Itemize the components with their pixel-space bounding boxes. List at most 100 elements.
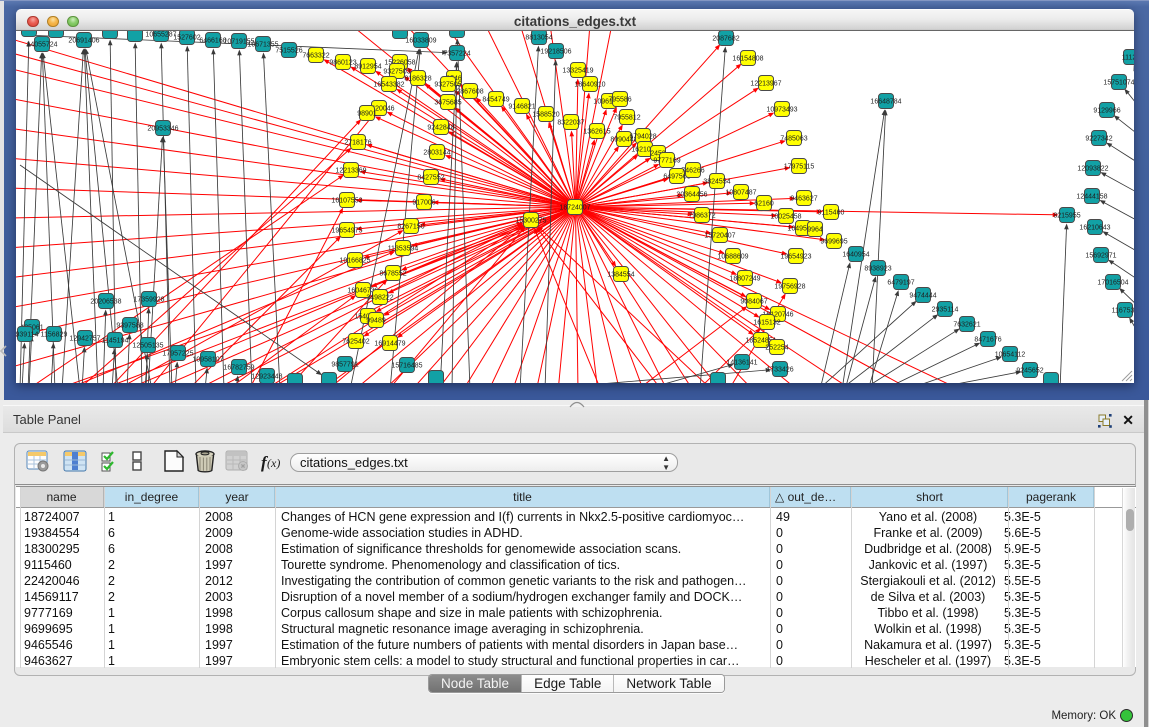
- svg-text:16154808: 16154808: [732, 55, 763, 62]
- svg-text:15720407: 15720407: [704, 232, 735, 239]
- svg-text:7515526: 7515526: [275, 47, 302, 54]
- svg-text:12942757: 12942757: [69, 335, 100, 342]
- svg-text:15692971: 15692971: [1085, 252, 1116, 259]
- svg-text:17359928: 17359928: [133, 296, 164, 303]
- svg-text:7955812: 7955812: [613, 114, 640, 121]
- svg-text:1167533: 1167533: [1112, 307, 1134, 314]
- svg-text:7663322: 7663322: [302, 52, 329, 59]
- svg-text:1615132: 1615132: [753, 319, 780, 326]
- svg-text:2867608: 2867608: [456, 88, 483, 95]
- svg-text:20953346: 20953346: [147, 125, 178, 132]
- svg-text:9474444: 9474444: [909, 292, 936, 299]
- svg-text:8912954: 8912954: [354, 63, 381, 70]
- svg-text:7357224: 7357224: [443, 50, 470, 57]
- svg-text:9463627: 9463627: [790, 195, 817, 202]
- svg-text:9242848: 9242848: [427, 124, 454, 131]
- svg-text:18640910: 18640910: [574, 81, 605, 88]
- svg-text:252254: 252254: [765, 344, 788, 351]
- svg-text:9129966: 9129966: [1093, 107, 1120, 114]
- svg-text:17975115: 17975115: [784, 163, 815, 170]
- svg-text:9084067: 9084067: [740, 298, 767, 305]
- svg-text:795586: 795586: [608, 96, 631, 103]
- svg-text:8186328: 8186328: [404, 75, 431, 82]
- svg-text:12213967: 12213967: [750, 80, 781, 87]
- svg-text:2803144: 2803144: [423, 149, 450, 156]
- svg-text:9327503: 9327503: [383, 68, 410, 75]
- svg-text:14055724: 14055724: [26, 41, 57, 48]
- svg-text:1939114: 1939114: [16, 331, 38, 338]
- svg-text:10688609: 10688609: [717, 253, 748, 260]
- svg-text:10973493: 10973493: [766, 106, 797, 113]
- svg-text:8427552: 8427552: [417, 174, 444, 181]
- svg-text:6479197: 6479197: [887, 279, 914, 286]
- svg-text:12923448: 12923448: [251, 373, 282, 380]
- svg-text:2718176: 2718176: [344, 139, 371, 146]
- svg-text:7632621: 7632621: [953, 321, 980, 328]
- svg-text:9777169: 9777169: [653, 157, 680, 164]
- svg-text:8215955: 8215955: [1053, 212, 1080, 219]
- svg-text:(x): (x): [267, 456, 280, 470]
- svg-text:8938923: 8938923: [864, 265, 891, 272]
- svg-text:9227342: 9227342: [1085, 135, 1112, 142]
- svg-text:98901: 98901: [357, 110, 377, 117]
- svg-text:1384554: 1384554: [607, 271, 634, 278]
- svg-text:9397588: 9397588: [116, 322, 143, 329]
- svg-text:10671355: 10671355: [247, 41, 278, 48]
- svg-text:19654975: 19654975: [331, 227, 362, 234]
- svg-text:19218506: 19218506: [540, 48, 571, 55]
- svg-text:10655287: 10655287: [145, 31, 176, 38]
- svg-text:1733426: 1733426: [766, 366, 793, 373]
- svg-text:1640954: 1640954: [842, 251, 869, 258]
- svg-text:9964: 9964: [807, 226, 823, 233]
- svg-text:16648784: 16648784: [870, 98, 901, 105]
- svg-text:11122: 11122: [1122, 54, 1134, 61]
- svg-text:14136141: 14136141: [726, 359, 757, 366]
- svg-text:12213369: 12213369: [335, 167, 366, 174]
- svg-text:1588520: 1588520: [532, 111, 559, 118]
- svg-text:9146821: 9146821: [508, 103, 535, 110]
- svg-text:16782759: 16782759: [223, 364, 254, 371]
- svg-text:16210643: 16210643: [1079, 224, 1110, 231]
- svg-text:19166825: 19166825: [339, 257, 370, 264]
- svg-text:10025458: 10025458: [770, 213, 801, 220]
- svg-text:746266: 746266: [681, 167, 704, 174]
- svg-text:3675685: 3675685: [434, 99, 461, 106]
- svg-text:11353594: 11353594: [388, 245, 419, 252]
- svg-text:20364456: 20364456: [676, 191, 707, 198]
- svg-text:17016504: 17016504: [1097, 279, 1128, 286]
- svg-text:15300275: 15300275: [515, 217, 546, 224]
- svg-text:18724007: 18724007: [559, 204, 590, 211]
- svg-text:1362615: 1362615: [583, 128, 610, 135]
- svg-text:1156829: 1156829: [41, 331, 68, 338]
- svg-text:20691406: 20691406: [68, 37, 99, 44]
- svg-text:17957225: 17957225: [162, 350, 193, 357]
- svg-text:15751074: 15751074: [1103, 79, 1134, 86]
- svg-text:2935114: 2935114: [932, 306, 959, 313]
- svg-text:7986372: 7986372: [688, 212, 715, 219]
- svg-text:19654923: 19654923: [780, 253, 811, 260]
- svg-text:8454749: 8454749: [482, 96, 509, 103]
- svg-text:16543382: 16543382: [373, 81, 404, 88]
- svg-text:20206538: 20206538: [90, 298, 121, 305]
- svg-text:8813054: 8813054: [525, 34, 552, 41]
- svg-text:13325419: 13325419: [562, 67, 593, 74]
- svg-text:9699695: 9699695: [820, 238, 847, 245]
- svg-text:18807249: 18807249: [729, 275, 760, 282]
- svg-text:9115460: 9115460: [818, 209, 845, 216]
- svg-text:1145194: 1145194: [102, 337, 129, 344]
- svg-text:10807487: 10807487: [725, 189, 756, 196]
- svg-text:8678552: 8678552: [379, 270, 406, 277]
- svg-text:19756928: 19756928: [774, 283, 805, 290]
- svg-text:917006: 917006: [412, 199, 435, 206]
- svg-text:16914479: 16914479: [374, 340, 405, 347]
- svg-text:2087682: 2087682: [712, 35, 739, 42]
- svg-text:15716485: 15716485: [391, 362, 422, 369]
- svg-text:7485063: 7485063: [780, 135, 807, 142]
- svg-text:9860123: 9860123: [329, 59, 356, 66]
- svg-text:12093822: 12093822: [1077, 165, 1108, 172]
- svg-text:9245652: 9245652: [1016, 367, 1043, 374]
- svg-text:7625402: 7625402: [342, 338, 369, 345]
- svg-text:12444158: 12444158: [1076, 193, 1107, 200]
- svg-text:8322037: 8322037: [557, 119, 584, 126]
- svg-text:62160: 62160: [754, 200, 774, 207]
